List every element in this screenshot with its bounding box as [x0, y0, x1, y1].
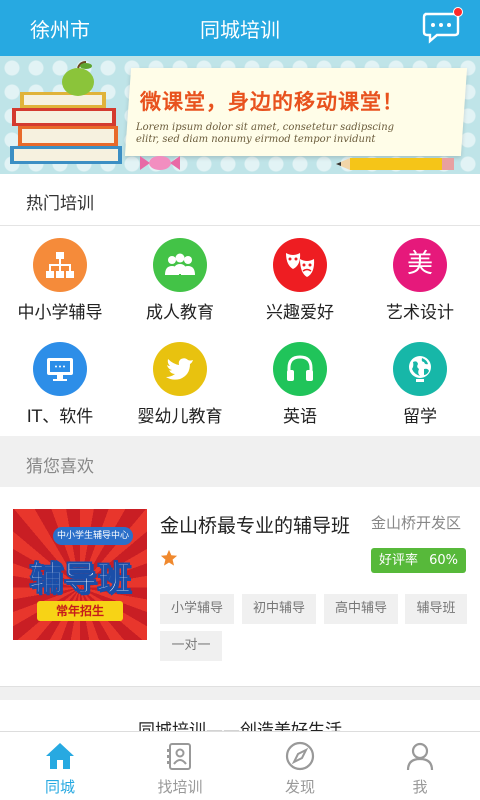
rating-label: 好评率 [379, 553, 419, 568]
rating-badge: 好评率 60% [371, 548, 466, 573]
category-label: 兴趣爱好 [266, 303, 334, 323]
tab-find-training[interactable]: 找培训 [120, 732, 240, 800]
hierarchy-icon [33, 238, 87, 292]
tag-chip[interactable]: 一对一 [160, 631, 222, 661]
listing-title: 金山桥最专业的辅导班 [160, 515, 351, 537]
tag-chip[interactable]: 高中辅导 [324, 594, 398, 624]
tab-discover[interactable]: 发现 [240, 732, 360, 800]
compass-icon [285, 741, 315, 771]
home-icon [46, 743, 74, 769]
category-english[interactable]: 英语 [240, 330, 360, 430]
category-art-design[interactable]: 美 艺术设计 [360, 226, 480, 326]
person-icon [406, 742, 434, 771]
footer-slogan-bar: 同城培训——创造美好生活 [0, 700, 480, 741]
city-selector[interactable]: 徐州市 [30, 14, 90, 43]
category-primary-school[interactable]: 中小学辅导 [0, 226, 120, 326]
group-icon [153, 238, 207, 292]
mei-character-icon: 美 [393, 238, 447, 292]
category-label: 英语 [283, 407, 317, 427]
training-listing[interactable]: 中小学生辅导中心 辅导班 常年招生 金山桥最专业的辅导班 金山桥开发区 好评率 … [0, 487, 480, 687]
tab-me[interactable]: 我 [360, 732, 480, 800]
category-it-software[interactable]: IT、软件 [0, 330, 120, 430]
books-apple-illustration [10, 61, 122, 164]
tab-label: 找培训 [157, 778, 203, 796]
category-adult-education[interactable]: 成人教育 [120, 226, 240, 326]
category-infant-education[interactable]: 婴幼儿教育 [120, 330, 240, 430]
tab-home[interactable]: 同城 [0, 732, 120, 800]
listing-area: 金山桥开发区 [371, 514, 462, 532]
category-label: 婴幼儿教育 [137, 407, 223, 427]
bottom-tab-bar: 同城 找培训 发现 我 [0, 731, 480, 800]
globe-icon [393, 342, 447, 396]
pencil-icon [336, 158, 454, 170]
tab-label: 同城 [44, 778, 75, 796]
tab-label: 发现 [284, 778, 315, 796]
recommend-header: 猜您喜欢 [0, 437, 480, 487]
tag-chip[interactable]: 初中辅导 [242, 594, 316, 624]
category-label: 留学 [403, 407, 437, 427]
theater-masks-icon [273, 238, 327, 292]
banner-lorem: Lorem ipsum dolor sit amet, consetetur s… [136, 122, 395, 145]
hot-training-header: 热门培训 [0, 174, 480, 226]
headphones-icon [273, 342, 327, 396]
app-root: 徐州市 同城培训 微课堂，身边的移动课堂！ Lorem ipsum dolor … [0, 0, 480, 800]
category-label: IT、软件 [26, 407, 94, 427]
top-bar: 徐州市 同城培训 [0, 0, 480, 56]
thumbnail-headline: 辅导班 [29, 559, 132, 600]
thumbnail-ribbon: 常年招生 [37, 601, 123, 621]
monitor-icon [33, 342, 87, 396]
search-training-icon [167, 743, 191, 770]
rating-value: 60% [429, 553, 458, 568]
tag-chip[interactable]: 辅导班 [405, 594, 467, 624]
listing-thumbnail: 中小学生辅导中心 辅导班 常年招生 [13, 509, 147, 640]
category-study-abroad[interactable]: 留学 [360, 330, 480, 430]
category-grid: 中小学辅导 成人教育 兴趣爱好 美 艺术设计 IT、软件 婴幼儿教育 英语 留学 [0, 226, 480, 436]
category-hobbies[interactable]: 兴趣爱好 [240, 226, 360, 326]
thumbnail-pill: 中小学生辅导中心 [53, 527, 133, 545]
recommend-title: 猜您喜欢 [26, 457, 94, 477]
category-label: 艺术设计 [386, 303, 454, 323]
banner-slogan: 微课堂，身边的移动课堂！ [140, 90, 404, 114]
star-icon [160, 549, 178, 566]
candy-icon [140, 156, 180, 170]
category-label: 成人教育 [146, 303, 214, 323]
promo-banner[interactable]: 微课堂，身边的移动课堂！ Lorem ipsum dolor sit amet,… [0, 56, 480, 174]
hot-training-title: 热门培训 [26, 194, 94, 214]
category-label: 中小学辅导 [17, 303, 103, 323]
notification-badge [453, 7, 463, 17]
tab-label: 我 [412, 778, 428, 796]
bird-icon [153, 342, 207, 396]
tag-chip[interactable]: 小学辅导 [160, 594, 234, 624]
